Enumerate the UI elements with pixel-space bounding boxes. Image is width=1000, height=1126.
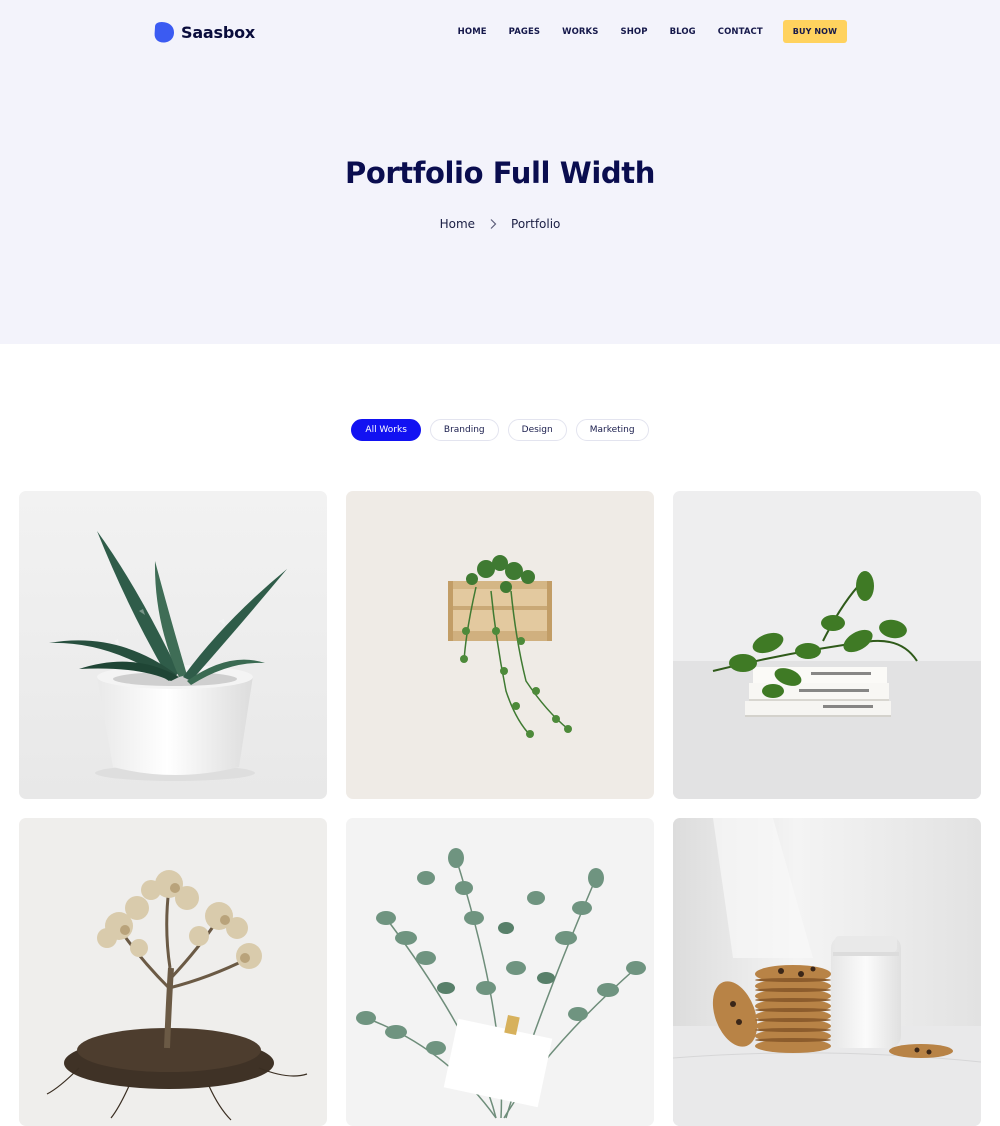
page-header: Saasbox HOME PAGES WORKS SHOP BLOG CONTA…: [0, 0, 1000, 344]
nav-item-pages[interactable]: PAGES: [509, 27, 540, 37]
filter-branding[interactable]: Branding: [429, 419, 499, 441]
breadcrumb-home-link[interactable]: Home: [440, 217, 475, 231]
brand-logo[interactable]: Saasbox: [152, 19, 255, 45]
nav-item-works[interactable]: WORKS: [562, 27, 598, 37]
nav-item-blog[interactable]: BLOG: [670, 27, 696, 37]
uprooted-tree-with-soil-image: [19, 818, 327, 1126]
nav-item-shop[interactable]: SHOP: [620, 27, 647, 37]
page-title: Portfolio Full Width: [345, 156, 655, 190]
cookies-and-milk-jar-image: [673, 818, 981, 1126]
ivy-in-wooden-crate-image: [346, 491, 654, 799]
chevron-right-icon: [490, 219, 497, 229]
eucalyptus-bouquet-with-card-image: [346, 818, 654, 1126]
portfolio-item-tree[interactable]: [19, 818, 327, 1126]
portfolio-item-succulent[interactable]: [19, 491, 327, 799]
nav-item-home[interactable]: HOME: [458, 27, 487, 37]
portfolio-item-cookies[interactable]: [673, 818, 981, 1126]
breadcrumb-current: Portfolio: [511, 217, 561, 231]
logo-icon: [154, 22, 174, 43]
succulent-in-white-pot-image: [19, 491, 327, 799]
portfolio-item-ivy[interactable]: [346, 491, 654, 799]
portfolio-item-eucalyptus[interactable]: [346, 818, 654, 1126]
filter-design[interactable]: Design: [507, 419, 567, 441]
main-menu: HOME PAGES WORKS SHOP BLOG CONTACT BUY N…: [436, 20, 847, 43]
buy-now-button[interactable]: BUY NOW: [782, 20, 847, 43]
top-navigation: Saasbox HOME PAGES WORKS SHOP BLOG CONTA…: [0, 0, 1000, 64]
filter-all-works[interactable]: All Works: [351, 419, 421, 441]
breadcrumb: Home Portfolio: [0, 216, 1000, 232]
nav-item-contact[interactable]: CONTACT: [718, 27, 763, 37]
portfolio-item-branch[interactable]: [673, 491, 981, 799]
branch-on-books-image: [673, 491, 981, 799]
portfolio-filters: All Works Branding Design Marketing: [0, 419, 1000, 441]
filter-marketing[interactable]: Marketing: [575, 419, 649, 441]
brand-name: Saasbox: [181, 22, 256, 42]
